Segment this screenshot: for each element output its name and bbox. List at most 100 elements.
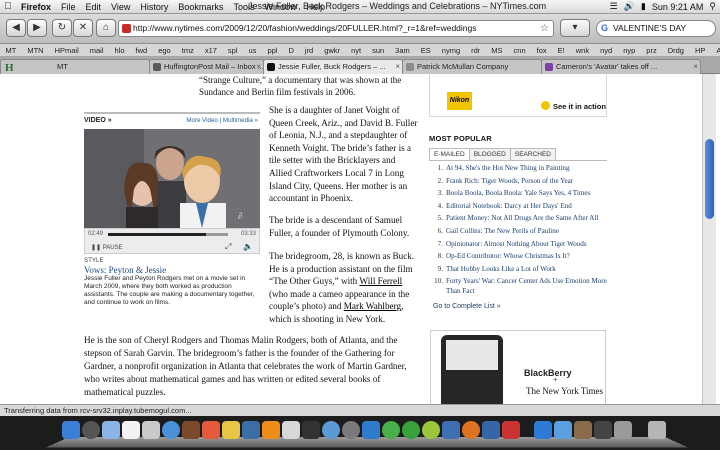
most-popular-item[interactable]: 10. Forty Years' War: Cancer Center Ads U…	[429, 277, 607, 295]
bookmark-item[interactable]: fwd	[130, 46, 153, 55]
bookmark-item[interactable]: HP	[689, 46, 710, 55]
bookmark-item[interactable]: x17	[199, 46, 222, 55]
home-button[interactable]: ⌂	[96, 19, 116, 37]
bookmark-item[interactable]: HPmail	[49, 46, 84, 55]
item-link[interactable]: That Hobby Looks Like a Lot of Work	[446, 265, 607, 274]
dashboard-icon[interactable]	[82, 421, 100, 439]
bookmark-item[interactable]: MTN	[22, 46, 49, 55]
bookmark-item[interactable]: MT	[0, 46, 22, 55]
bookmark-item[interactable]: nyt	[346, 46, 367, 55]
spiral-app-icon[interactable]	[402, 421, 420, 439]
menu-history[interactable]: History	[135, 2, 173, 12]
most-popular-item[interactable]: 7. Opinionator: Almost Nothing About Tige…	[429, 240, 607, 249]
mail-icon[interactable]	[102, 421, 120, 439]
most-popular-item[interactable]: 5. Patient Money: Not All Drugs Are the S…	[429, 214, 607, 223]
most-popular-item[interactable]: 2. Frank Rich: Tiger Woods, Person of the…	[429, 177, 607, 186]
preview-icon[interactable]	[242, 421, 260, 439]
bookmark-item[interactable]: nyd	[595, 46, 618, 55]
wifi-icon[interactable]: ☰	[610, 1, 618, 12]
item-link[interactable]: Boola Boola, Boola Boola: Yale Says Yes,…	[446, 189, 607, 198]
bookmark-item[interactable]: Drdg	[662, 46, 689, 55]
bookmark-star-icon[interactable]: ☆	[540, 21, 549, 36]
folder-icon[interactable]	[482, 421, 500, 439]
app-icon[interactable]	[502, 421, 520, 439]
see-in-action-link[interactable]: See it in action	[541, 101, 606, 111]
item-link[interactable]: Gail Collins: The New Perils of Pauline	[446, 227, 607, 236]
battery-icon[interactable]: ▮	[641, 1, 646, 12]
close-tab-icon[interactable]: ×	[256, 60, 261, 73]
tab-patrick-mcmullan[interactable]: Patrick McMullan Company	[402, 59, 542, 74]
photo-booth-icon[interactable]	[182, 421, 200, 439]
menu-view[interactable]: View	[106, 2, 135, 12]
bookmark-item[interactable]: cnn	[508, 46, 531, 55]
menu-bookmarks[interactable]: Bookmarks	[173, 2, 228, 12]
bookmark-item[interactable]: ADM	[711, 46, 720, 55]
most-popular-item[interactable]: 1. At 94, She's the Hot New Thing in Pain…	[429, 164, 607, 173]
bookmark-item[interactable]: fox	[531, 46, 552, 55]
bookmark-item[interactable]: 3am	[390, 46, 416, 55]
documents-folder-icon[interactable]	[554, 421, 572, 439]
bookmark-item[interactable]: D	[283, 46, 299, 55]
bookmark-item[interactable]: spl	[222, 46, 243, 55]
most-popular-item[interactable]: 6. Gail Collins: The New Perils of Paulin…	[429, 227, 607, 236]
bookmark-item[interactable]: mail	[84, 46, 109, 55]
page-scrollbar[interactable]	[702, 74, 716, 404]
tab-huffingtonpost-mail[interactable]: HuffingtonPost Mail – Inbox ... ×	[149, 59, 264, 74]
bookmark-item[interactable]: ego	[153, 46, 177, 55]
iphoto-library-icon[interactable]	[362, 421, 380, 439]
menu-app-firefox[interactable]: Firefox	[16, 2, 56, 12]
bookmark-item[interactable]: nymg	[436, 46, 465, 55]
skype-icon[interactable]	[382, 421, 400, 439]
video-player[interactable]: ∂	[84, 129, 260, 228]
bookmark-item[interactable]: jrd	[299, 46, 318, 55]
url-bar[interactable]: http://www.nytimes.com/2009/12/20/fashio…	[118, 20, 554, 37]
applications-folder-icon[interactable]	[534, 421, 552, 439]
bookmark-item[interactable]: ES	[415, 46, 436, 55]
network-icon[interactable]	[322, 421, 340, 439]
most-popular-item[interactable]: 3. Boola Boola, Boola Boola: Yale Says Ye…	[429, 189, 607, 198]
volume-icon[interactable]: 🔈	[243, 242, 253, 251]
search-input[interactable]: G VALENTINE'S DAY	[596, 20, 716, 37]
bookmark-item[interactable]: us	[243, 46, 262, 55]
tab-mt[interactable]: H MT	[0, 59, 150, 74]
menu-edit[interactable]: Edit	[81, 2, 107, 12]
stop-button[interactable]: ✕	[73, 19, 93, 37]
item-link[interactable]: Patient Money: Not All Drugs Are the Sam…	[446, 214, 607, 223]
more-video-links[interactable]: More Video | Multimedia »	[186, 117, 258, 124]
reload-button[interactable]: ↻	[52, 19, 72, 37]
adium-icon[interactable]	[422, 421, 440, 439]
back-button[interactable]: ◀	[6, 19, 26, 37]
forward-button[interactable]: ▶	[27, 19, 47, 37]
system-preferences-icon[interactable]	[342, 421, 360, 439]
most-popular-item[interactable]: 4. Editorial Notebook: Darcy at Her Days'…	[429, 202, 607, 211]
terminal-icon[interactable]	[302, 421, 320, 439]
bookmark-item[interactable]: hlo	[109, 46, 130, 55]
iphoto-icon[interactable]	[202, 421, 220, 439]
bookmark-item[interactable]: MS	[486, 46, 508, 55]
bookmark-item[interactable]: sun	[367, 46, 390, 55]
bookmark-item[interactable]: tmz	[176, 46, 199, 55]
bookmark-item[interactable]: wnk	[570, 46, 594, 55]
bookmark-item[interactable]: E!	[552, 46, 570, 55]
textedit-icon[interactable]	[282, 421, 300, 439]
ical-icon[interactable]	[122, 421, 140, 439]
item-link[interactable]: Opinionator: Almost Nothing About Tiger …	[446, 240, 607, 249]
spotlight-icon[interactable]: ⚲	[709, 1, 716, 12]
stack-icon[interactable]	[594, 421, 612, 439]
close-tab-icon[interactable]: ×	[395, 60, 400, 73]
item-link[interactable]: Op-Ed Contributor: Whose Christmas Is It…	[446, 252, 607, 261]
fullscreen-icon[interactable]: ⤢	[225, 242, 231, 252]
will-ferrell-link[interactable]: Will Ferrell	[359, 276, 402, 286]
complete-list-link[interactable]: Go to Complete List »	[433, 303, 501, 310]
mark-wahlberg-link[interactable]: Mark Wahlberg	[344, 301, 401, 311]
blackberry-ad[interactable]: BlackBerry + The New York Times	[430, 330, 606, 404]
bookmark-item[interactable]: nyp	[618, 46, 641, 55]
video-title[interactable]: Vows: Peyton & Jessie	[84, 266, 260, 275]
ichat-icon[interactable]	[442, 421, 460, 439]
item-link[interactable]: Editorial Notebook: Darcy at Her Days' E…	[446, 202, 607, 211]
scrollbar-thumb[interactable]	[705, 139, 714, 219]
tab-avatar[interactable]: Cameron's 'Avatar' takes off ... ×	[541, 59, 701, 74]
item-link[interactable]: Forty Years' War: Cancer Center Ads Use …	[446, 277, 607, 295]
stack-icon[interactable]	[614, 421, 632, 439]
bookmark-item[interactable]: gwkr	[319, 46, 346, 55]
